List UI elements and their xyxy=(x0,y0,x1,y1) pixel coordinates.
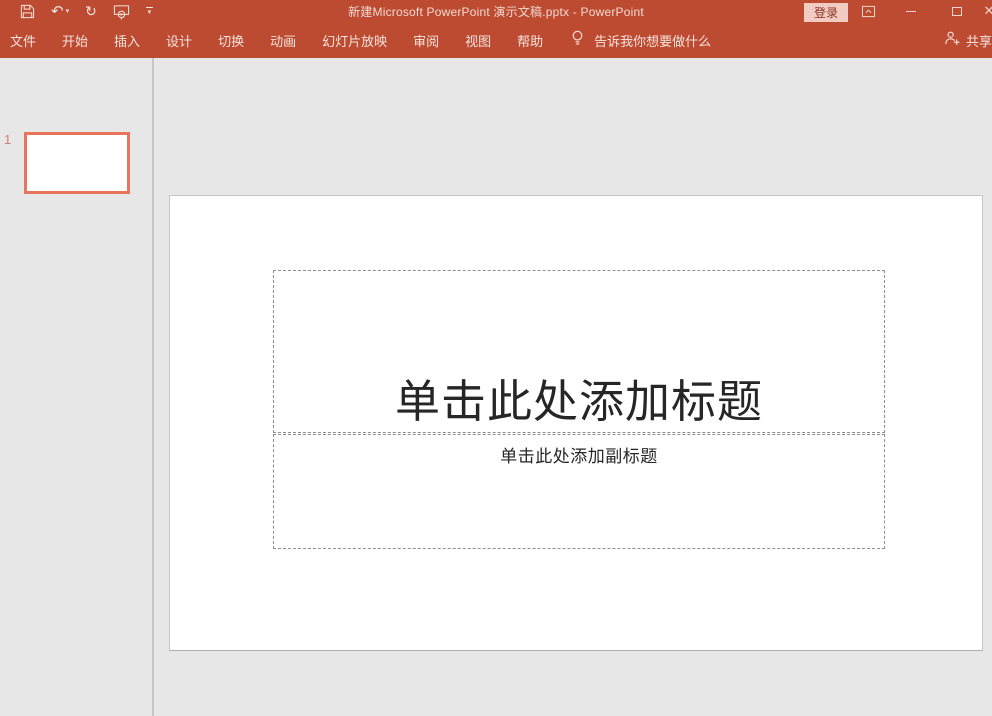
tell-me-label: 告诉我你想要做什么 xyxy=(594,31,711,50)
title-placeholder-text: 单击此处添加标题 xyxy=(395,374,763,430)
slide-number: 1 xyxy=(4,132,11,147)
undo-icon[interactable]: ↶ ▾ xyxy=(43,0,77,23)
share-label: 共享 xyxy=(966,31,992,50)
quick-access-toolbar: ↶ ▾ ↻ ▾ xyxy=(0,0,161,23)
lightbulb-icon xyxy=(570,29,585,52)
slide-thumbnail-1[interactable] xyxy=(24,132,130,194)
powerpoint-window: ↶ ▾ ↻ ▾ 新建Microsoft PowerPoint 演示文稿.pptx… xyxy=(0,0,992,716)
close-icon: ✕ xyxy=(984,5,992,18)
customize-qat-icon[interactable]: ▾ xyxy=(138,0,161,23)
sign-in-button[interactable]: 登录 xyxy=(804,3,848,22)
tell-me-box[interactable]: 告诉我你想要做什么 xyxy=(570,29,711,52)
share-person-icon xyxy=(944,30,961,51)
tab-design[interactable]: 设计 xyxy=(153,23,205,58)
tab-file[interactable]: 文件 xyxy=(0,23,49,58)
tab-home[interactable]: 开始 xyxy=(49,23,101,58)
maximize-icon xyxy=(952,7,962,16)
minimize-button[interactable] xyxy=(888,0,934,23)
start-slideshow-icon[interactable] xyxy=(105,0,138,23)
tab-slideshow[interactable]: 幻灯片放映 xyxy=(309,23,400,58)
title-placeholder[interactable]: 单击此处添加标题 xyxy=(273,270,885,433)
subtitle-placeholder[interactable]: 单击此处添加副标题 xyxy=(273,434,885,549)
tab-transitions[interactable]: 切换 xyxy=(205,23,257,58)
titlebar-controls: 登录 ✕ xyxy=(804,0,992,23)
ribbon-tab-bar: 文件 开始 插入 设计 切换 动画 幻灯片放映 审阅 视图 帮助 告诉我你想要做… xyxy=(0,23,992,58)
tab-review[interactable]: 审阅 xyxy=(400,23,452,58)
ribbon-display-options-icon[interactable] xyxy=(848,0,888,23)
minimize-icon xyxy=(906,11,916,12)
close-button[interactable]: ✕ xyxy=(980,0,992,23)
titlebar: ↶ ▾ ↻ ▾ 新建Microsoft PowerPoint 演示文稿.pptx… xyxy=(0,0,992,23)
subtitle-placeholder-text: 单击此处添加副标题 xyxy=(500,442,658,467)
tab-animations[interactable]: 动画 xyxy=(257,23,309,58)
redo-icon[interactable]: ↻ xyxy=(77,0,105,23)
tab-insert[interactable]: 插入 xyxy=(101,23,153,58)
tab-help[interactable]: 帮助 xyxy=(504,23,556,58)
save-icon[interactable] xyxy=(12,0,43,23)
maximize-button[interactable] xyxy=(934,0,980,23)
slide-canvas[interactable]: 单击此处添加标题 单击此处添加副标题 xyxy=(169,195,983,651)
share-button[interactable]: 共享 xyxy=(944,30,992,51)
undo-dropdown-icon[interactable]: ▾ xyxy=(66,8,70,15)
slide-thumbnail-panel: 1 xyxy=(0,58,152,716)
tab-view[interactable]: 视图 xyxy=(452,23,504,58)
